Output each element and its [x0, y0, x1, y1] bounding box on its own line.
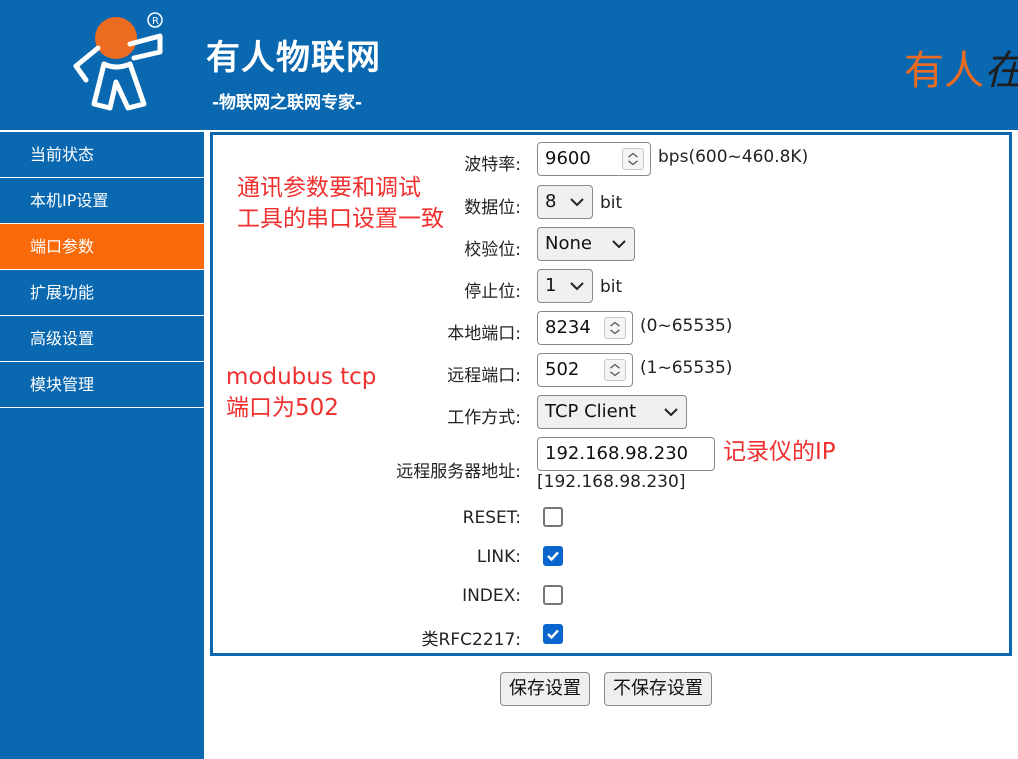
save-settings-button[interactable]: 保存设置	[500, 672, 590, 706]
remote-port-value: 502	[545, 359, 580, 380]
work-mode-value: TCP Client	[545, 401, 637, 422]
chevron-down-icon	[664, 408, 678, 417]
serial-annotation-line1: 通讯参数要和调试	[237, 175, 421, 201]
data-bits-value: 8	[545, 191, 557, 212]
remote-server-value: 192.168.98.230	[545, 443, 689, 464]
link-label: LINK:	[476, 547, 521, 567]
ip-annotation: 记录仪的IP	[723, 439, 836, 465]
spinner-arrows-icon[interactable]	[604, 359, 626, 381]
baud-rate-input[interactable]: 9600	[537, 142, 651, 176]
remote-port-label: 远程端口:	[447, 366, 521, 386]
link-checkbox[interactable]	[543, 546, 563, 566]
data-bits-select[interactable]: 8	[537, 185, 593, 219]
baud-rate-unit: bps(600~460.8K)	[658, 147, 809, 167]
remote-server-input[interactable]: 192.168.98.230	[537, 437, 715, 471]
sidebar-nav: 当前状态 本机IP设置 端口参数 扩展功能 高级设置 模块管理	[0, 132, 204, 759]
header: R 有人物联网 -物联网之联网专家- 有人在	[0, 0, 1018, 130]
chevron-down-icon	[612, 240, 626, 249]
modbus-annotation-line1: modubus tcp	[226, 364, 377, 390]
remote-port-range: (1~65535)	[640, 358, 733, 378]
local-port-input[interactable]: 8234	[537, 311, 633, 345]
index-label: INDEX:	[462, 586, 521, 606]
port-settings-panel: 波特率: 9600 bps(600~460.8K) 数据位: 8 bit 校验位…	[210, 132, 1012, 656]
work-mode-label: 工作方式:	[447, 408, 521, 428]
index-checkbox[interactable]	[543, 585, 563, 605]
reset-label: RESET:	[462, 508, 521, 528]
local-port-value: 8234	[545, 317, 591, 338]
baud-rate-label: 波特率:	[464, 155, 521, 175]
spinner-arrows-icon[interactable]	[622, 148, 644, 170]
parity-label: 校验位:	[464, 240, 521, 260]
baud-rate-value: 9600	[545, 148, 591, 169]
data-bits-unit: bit	[600, 193, 623, 213]
stop-bits-value: 1	[545, 275, 557, 296]
brand-title: 有人物联网	[206, 38, 381, 78]
checkmark-icon	[547, 551, 559, 562]
local-port-label: 本地端口:	[447, 324, 521, 344]
brand-decoration-main: 有人	[904, 48, 984, 94]
serial-settings-annotation: 通讯参数要和调试 工具的串口设置一致	[237, 173, 444, 235]
stop-bits-unit: bit	[600, 277, 623, 297]
reset-checkbox[interactable]	[543, 507, 563, 527]
sidebar-item-local-ip[interactable]: 本机IP设置	[0, 178, 204, 224]
remote-server-current: [192.168.98.230]	[537, 472, 686, 492]
sidebar-item-current-status[interactable]: 当前状态	[0, 132, 204, 178]
brand-slogan: -物联网之联网专家-	[212, 93, 363, 113]
checkmark-icon	[547, 629, 559, 640]
discard-settings-button[interactable]: 不保存设置	[604, 672, 712, 706]
stop-bits-select[interactable]: 1	[537, 269, 593, 303]
remote-port-input[interactable]: 502	[537, 353, 633, 387]
stop-bits-label: 停止位:	[464, 282, 521, 302]
modbus-annotation-line2: 端口为502	[226, 395, 339, 421]
work-mode-select[interactable]: TCP Client	[537, 395, 687, 429]
sidebar-item-module-management[interactable]: 模块管理	[0, 362, 204, 408]
parity-select[interactable]: None	[537, 227, 635, 261]
brand-decoration-text: 有人在	[904, 38, 1018, 96]
parity-value: None	[545, 233, 592, 254]
sidebar-item-advanced[interactable]: 高级设置	[0, 316, 204, 362]
chevron-down-icon	[570, 282, 584, 291]
data-bits-label: 数据位:	[464, 198, 521, 218]
local-port-range: (0~65535)	[640, 316, 733, 336]
modbus-port-annotation: modubus tcp 端口为502	[226, 362, 376, 424]
remote-server-label: 远程服务器地址:	[396, 462, 521, 482]
svg-text:R: R	[152, 16, 159, 27]
brand-decoration-tail: 在	[984, 48, 1018, 94]
spinner-arrows-icon[interactable]	[604, 317, 626, 339]
running-man-logo-icon: R	[73, 12, 163, 111]
sidebar-item-extended[interactable]: 扩展功能	[0, 270, 204, 316]
serial-annotation-line2: 工具的串口设置一致	[237, 206, 444, 232]
chevron-down-icon	[570, 198, 584, 207]
rfc2217-label: 类RFC2217:	[421, 630, 521, 650]
rfc2217-checkbox[interactable]	[543, 624, 563, 644]
sidebar-item-port-params[interactable]: 端口参数	[0, 224, 204, 270]
